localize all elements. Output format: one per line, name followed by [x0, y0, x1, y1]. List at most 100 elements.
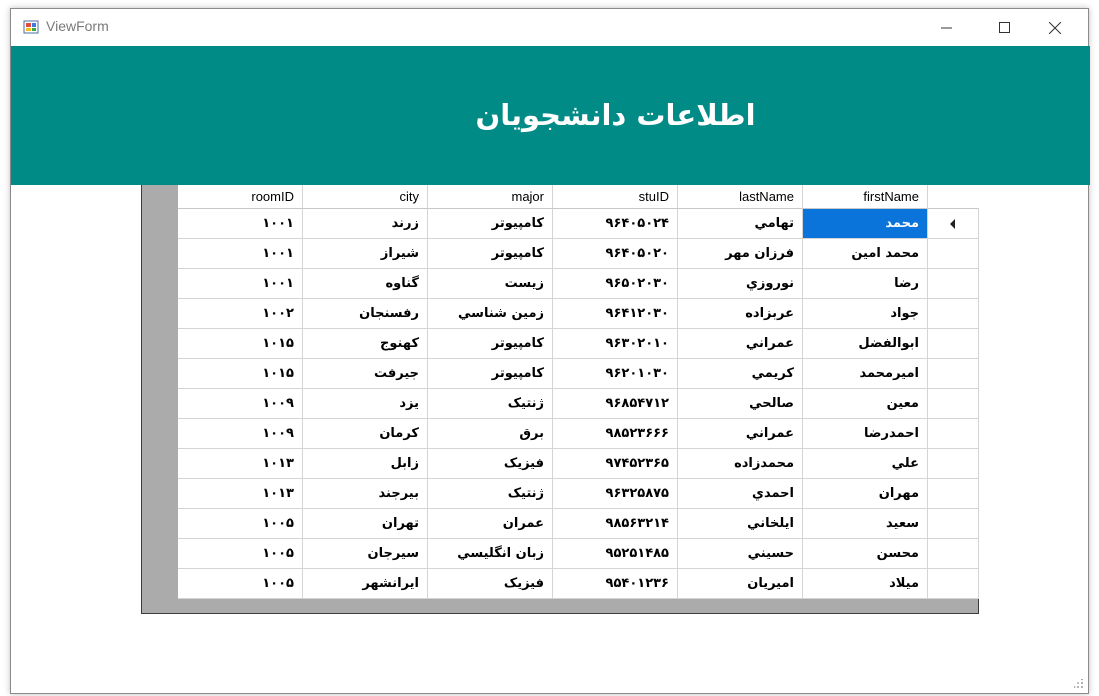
row-header[interactable] [928, 299, 979, 329]
cell-stuid[interactable]: ۹۸۵۲۳۶۶۶ [553, 419, 678, 449]
cell-lastname[interactable]: احمدي [678, 479, 803, 509]
cell-city[interactable]: رفسنجان [303, 299, 428, 329]
table-row[interactable]: ۱۰۰۹ يزد ژنتيک ۹۶۸۵۴۷۱۲ صالحي معين [178, 389, 979, 419]
cell-major[interactable]: کامپيوتر [428, 209, 553, 239]
cell-lastname[interactable]: محمدزاده [678, 449, 803, 479]
cell-lastname[interactable]: اميريان [678, 569, 803, 599]
cell-city[interactable]: کرمان [303, 419, 428, 449]
cell-firstname[interactable]: ميلاد [803, 569, 928, 599]
cell-lastname[interactable]: تهامي [678, 209, 803, 239]
cell-stuid[interactable]: ۹۶۴۰۵۰۲۰ [553, 239, 678, 269]
cell-stuid[interactable]: ۹۸۵۶۳۲۱۴ [553, 509, 678, 539]
column-header-stuid[interactable]: stuID [553, 185, 678, 209]
cell-roomid[interactable]: ۱۰۰۱ [178, 239, 303, 269]
cell-roomid[interactable]: ۱۰۰۲ [178, 299, 303, 329]
table-row[interactable]: ۱۰۱۵ کهنوج کامپيوتر ۹۶۳۰۲۰۱۰ عمراني ابوالفضل [178, 329, 979, 359]
cell-firstname[interactable]: معين [803, 389, 928, 419]
cell-lastname[interactable]: حسيني [678, 539, 803, 569]
column-header-lastname[interactable]: lastName [678, 185, 803, 209]
cell-major[interactable]: کامپيوتر [428, 239, 553, 269]
table-row[interactable]: ۱۰۱۵ جيرفت کامپيوتر ۹۶۲۰۱۰۳۰ کريمي اميرمحمد [178, 359, 979, 389]
cell-stuid[interactable]: ۹۵۲۵۱۴۸۵ [553, 539, 678, 569]
cell-roomid[interactable]: ۱۰۱۳ [178, 479, 303, 509]
cell-firstname[interactable]: اميرمحمد [803, 359, 928, 389]
cell-roomid[interactable]: ۱۰۱۵ [178, 359, 303, 389]
row-header[interactable] [928, 209, 979, 239]
minimize-button[interactable] [924, 9, 970, 46]
column-header-city[interactable]: city [303, 185, 428, 209]
row-header[interactable] [928, 509, 979, 539]
table-row[interactable]: ۱۰۰۵ سيرجان زبان انگليسي ۹۵۲۵۱۴۸۵ حسيني محسن [178, 539, 979, 569]
table-row[interactable]: ۱۰۱۳ بيرجند ژنتيک ۹۶۳۲۵۸۷۵ احمدي مهران [178, 479, 979, 509]
cell-firstname[interactable]: سعيد [803, 509, 928, 539]
cell-roomid[interactable]: ۱۰۱۵ [178, 329, 303, 359]
table-row[interactable]: ۱۰۰۱ زرند کامپيوتر ۹۶۴۰۵۰۲۴ تهامي محمد [178, 209, 979, 239]
cell-major[interactable]: زبان انگليسي [428, 539, 553, 569]
cell-major[interactable]: کامپيوتر [428, 329, 553, 359]
row-header[interactable] [928, 479, 979, 509]
cell-stuid[interactable]: ۹۶۵۰۲۰۳۰ [553, 269, 678, 299]
cell-roomid[interactable]: ۱۰۰۱ [178, 269, 303, 299]
cell-firstname[interactable]: ابوالفضل [803, 329, 928, 359]
table-row[interactable]: ۱۰۱۳ زابل فيزيک ۹۷۴۵۲۳۶۵ محمدزاده علي [178, 449, 979, 479]
cell-major[interactable]: ژنتيک [428, 479, 553, 509]
row-header[interactable] [928, 269, 979, 299]
row-header[interactable] [928, 569, 979, 599]
cell-city[interactable]: زرند [303, 209, 428, 239]
cell-city[interactable]: شيراز [303, 239, 428, 269]
cell-stuid[interactable]: ۹۵۴۰۱۲۳۶ [553, 569, 678, 599]
cell-lastname[interactable]: صالحي [678, 389, 803, 419]
cell-roomid[interactable]: ۱۰۰۹ [178, 389, 303, 419]
cell-firstname[interactable]: محمد [803, 209, 928, 239]
cell-lastname[interactable]: کريمي [678, 359, 803, 389]
cell-roomid[interactable]: ۱۰۰۵ [178, 569, 303, 599]
cell-major[interactable]: زيست [428, 269, 553, 299]
students-grid-view[interactable]: roomID city major stuID lastName firstNa… [141, 185, 979, 614]
cell-city[interactable]: تهران [303, 509, 428, 539]
cell-lastname[interactable]: نوروزي [678, 269, 803, 299]
cell-firstname[interactable]: علي [803, 449, 928, 479]
cell-lastname[interactable]: فرزان مهر [678, 239, 803, 269]
cell-city[interactable]: ايرانشهر [303, 569, 428, 599]
cell-stuid[interactable]: ۹۶۳۰۲۰۱۰ [553, 329, 678, 359]
column-header-roomid[interactable]: roomID [178, 185, 303, 209]
row-header[interactable] [928, 239, 979, 269]
cell-major[interactable]: برق [428, 419, 553, 449]
cell-roomid[interactable]: ۱۰۰۵ [178, 539, 303, 569]
table-row[interactable]: ۱۰۰۹ کرمان برق ۹۸۵۲۳۶۶۶ عمراني احمدرضا [178, 419, 979, 449]
row-header[interactable] [928, 539, 979, 569]
cell-roomid[interactable]: ۱۰۱۳ [178, 449, 303, 479]
table-row[interactable]: ۱۰۰۱ گناوه زيست ۹۶۵۰۲۰۳۰ نوروزي رضا [178, 269, 979, 299]
cell-major[interactable]: زمين شناسي [428, 299, 553, 329]
cell-city[interactable]: گناوه [303, 269, 428, 299]
cell-lastname[interactable]: ايلخاني [678, 509, 803, 539]
row-header[interactable] [928, 329, 979, 359]
row-header[interactable] [928, 419, 979, 449]
cell-roomid[interactable]: ۱۰۰۵ [178, 509, 303, 539]
cell-firstname[interactable]: محسن [803, 539, 928, 569]
cell-city[interactable]: يزد [303, 389, 428, 419]
cell-roomid[interactable]: ۱۰۰۹ [178, 419, 303, 449]
cell-stuid[interactable]: ۹۶۴۰۵۰۲۴ [553, 209, 678, 239]
cell-city[interactable]: جيرفت [303, 359, 428, 389]
cell-city[interactable]: بيرجند [303, 479, 428, 509]
students-table[interactable]: roomID city major stuID lastName firstNa… [178, 185, 979, 599]
resize-grip-icon[interactable] [1074, 679, 1084, 689]
maximize-button[interactable] [982, 9, 1028, 46]
cell-firstname[interactable]: مهران [803, 479, 928, 509]
cell-firstname[interactable]: جواد [803, 299, 928, 329]
table-row[interactable]: ۱۰۰۵ تهران عمران ۹۸۵۶۳۲۱۴ ايلخاني سعيد [178, 509, 979, 539]
cell-lastname[interactable]: عمراني [678, 419, 803, 449]
cell-major[interactable]: کامپيوتر [428, 359, 553, 389]
cell-stuid[interactable]: ۹۶۲۰۱۰۳۰ [553, 359, 678, 389]
cell-stuid[interactable]: ۹۶۴۱۲۰۳۰ [553, 299, 678, 329]
table-row[interactable]: ۱۰۰۲ رفسنجان زمين شناسي ۹۶۴۱۲۰۳۰ عربزاده جواد [178, 299, 979, 329]
cell-major[interactable]: عمران [428, 509, 553, 539]
row-header-corner[interactable] [928, 185, 979, 209]
title-bar[interactable]: ViewForm [11, 9, 1088, 46]
cell-city[interactable]: سيرجان [303, 539, 428, 569]
cell-major[interactable]: ژنتيک [428, 389, 553, 419]
cell-firstname[interactable]: احمدرضا [803, 419, 928, 449]
cell-city[interactable]: کهنوج [303, 329, 428, 359]
cell-stuid[interactable]: ۹۶۸۵۴۷۱۲ [553, 389, 678, 419]
